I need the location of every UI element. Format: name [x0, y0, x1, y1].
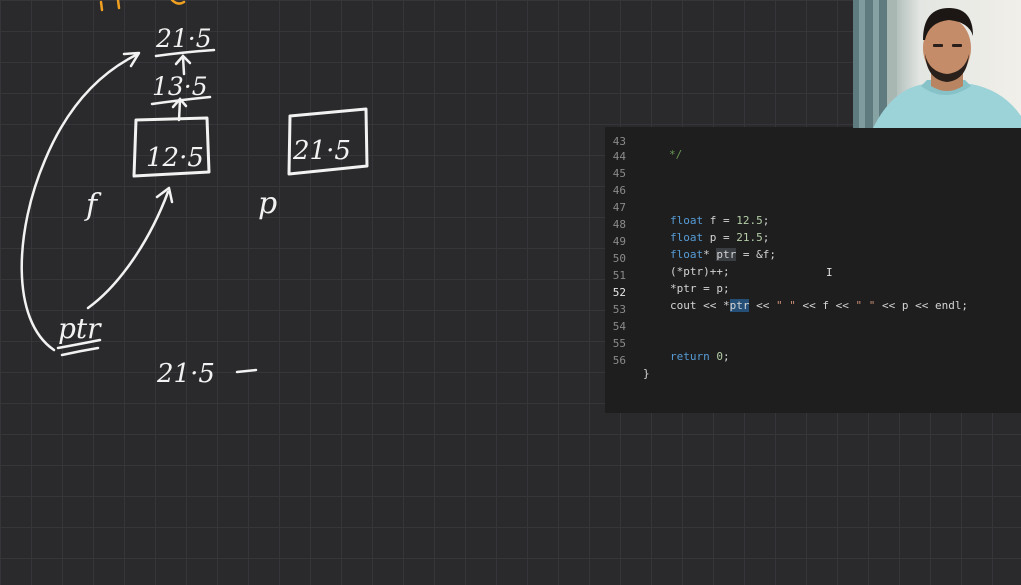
top-value-label: 21·5 [155, 24, 212, 53]
box-f-value: 12·5 [146, 143, 204, 173]
code-line[interactable]: 50 (*ptr)++; [605, 237, 1021, 278]
output-cursor-dash [235, 368, 258, 374]
ptr-to-top-arrow [20, 52, 140, 352]
output-value-label: 21·5 [156, 359, 215, 389]
code-line[interactable]: 44 [605, 135, 1021, 163]
code-line[interactable]: 56 } [605, 339, 1021, 380]
ptr-to-f-arrow [86, 190, 170, 310]
code-line[interactable]: 45 [605, 152, 1021, 180]
orange-stroke-marks [99, 0, 186, 12]
code-line[interactable]: 55 return 0; [605, 322, 1021, 363]
code-line[interactable]: 49 float* ptr = &f; [605, 220, 1021, 261]
webcam-overlay [853, 0, 1021, 128]
code-editor-panel[interactable]: 43 */ 44 45 46 47 float f = 12.5; 48 flo… [605, 127, 1021, 413]
code-line[interactable]: 47 float f = 12.5; [605, 186, 1021, 227]
presenter-avatar [853, 0, 1021, 128]
code-line[interactable]: 53 [605, 288, 1021, 316]
box-p-value: 21·5 [292, 136, 351, 166]
mid-value-label: 13·5 [152, 72, 208, 101]
code-text: } [643, 367, 650, 380]
code-line[interactable]: 48 float p = 21.5; [605, 203, 1021, 244]
variable-f-label: f [84, 188, 102, 223]
code-line[interactable]: 51 *ptr = p; [605, 254, 1021, 295]
code-line-active[interactable]: 52 cout << *ptr << " " << f << " " << p … [605, 271, 1021, 312]
line-number: 56 [612, 354, 626, 367]
variable-p-label: p [258, 186, 277, 221]
code-line[interactable]: 46 [605, 169, 1021, 197]
code-line[interactable]: 54 [605, 305, 1021, 333]
text-cursor-icon: Ι [826, 266, 833, 279]
